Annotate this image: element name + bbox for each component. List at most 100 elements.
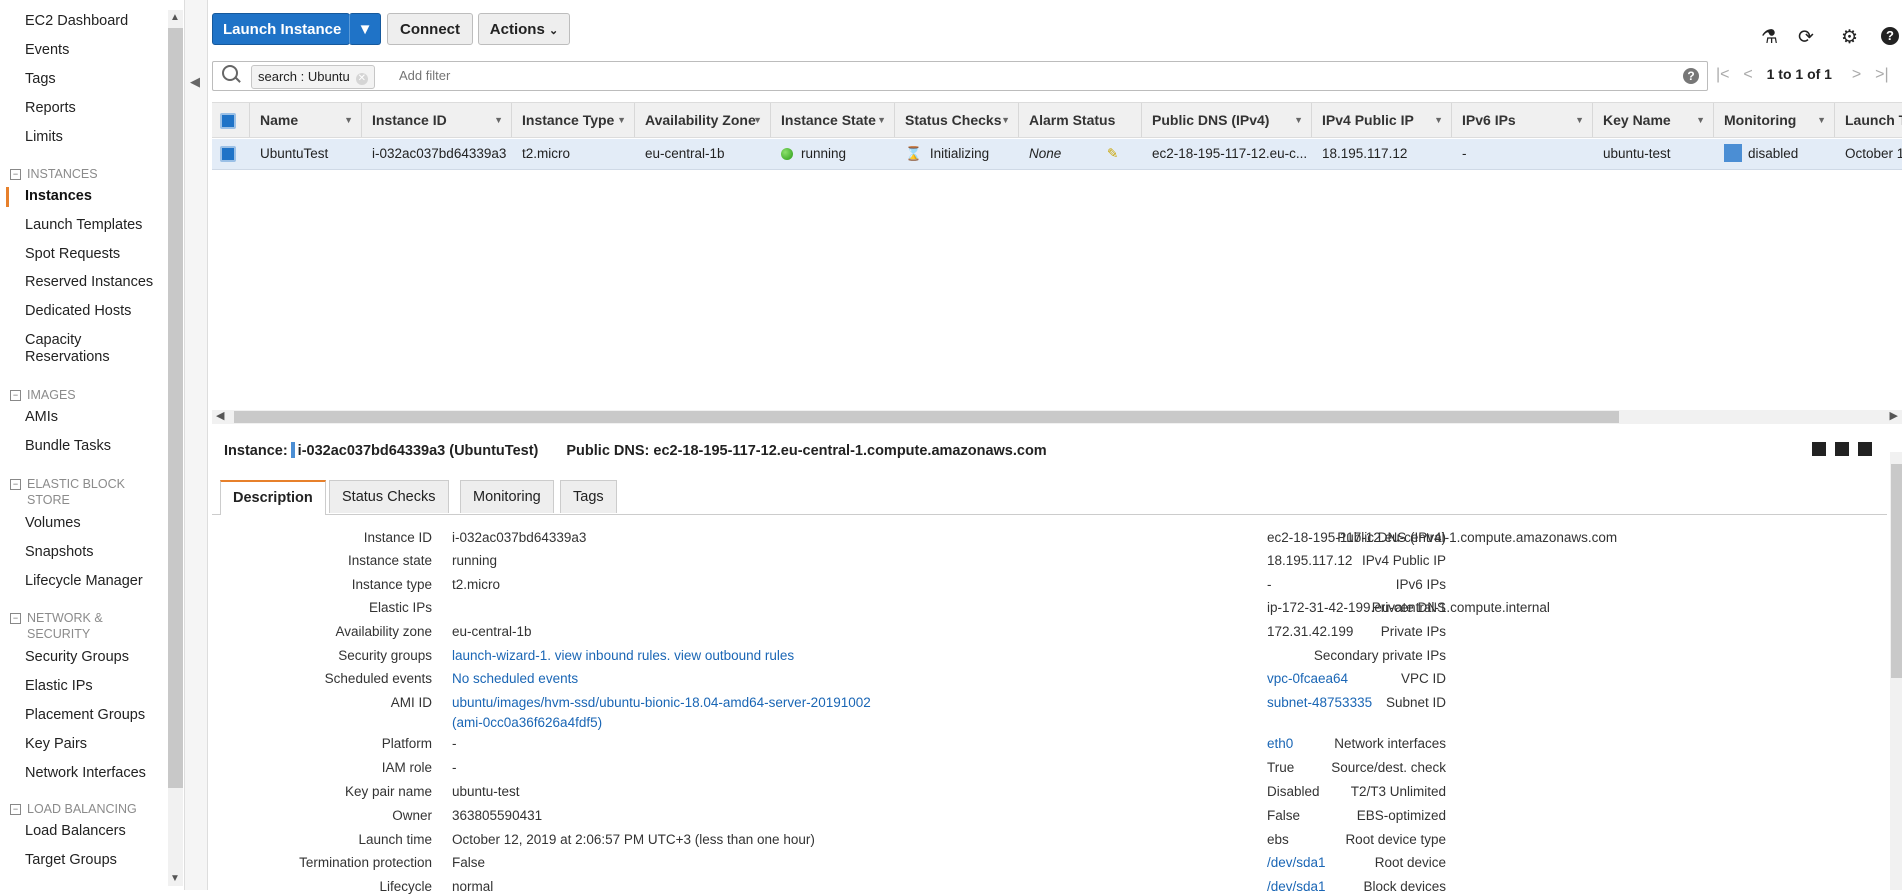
add-filter-input[interactable]: [397, 67, 1001, 84]
sidebar-item-dedicated-hosts[interactable]: Dedicated Hosts: [25, 303, 131, 319]
column-header-key-name[interactable]: Key Name ▼: [1593, 103, 1714, 137]
section-instances[interactable]: − INSTANCES: [10, 166, 160, 182]
detail-value[interactable]: ubuntu/images/hvm-ssd/ubuntu-bionic-18.0…: [452, 695, 871, 710]
column-header-name[interactable]: Name ▼: [250, 103, 362, 137]
first-page-icon[interactable]: |<: [1716, 66, 1730, 83]
connect-button[interactable]: Connect: [387, 13, 473, 45]
sidebar-item-tags[interactable]: Tags: [25, 71, 56, 87]
tab-description[interactable]: Description: [220, 480, 326, 515]
sidebar-item-target-groups[interactable]: Target Groups: [25, 852, 117, 868]
panel-layout-bottom-icon[interactable]: [1812, 442, 1826, 456]
filter-bar[interactable]: search : Ubuntu✕ ?: [212, 61, 1708, 91]
sort-icon[interactable]: ▼: [1575, 103, 1584, 137]
tab-tags[interactable]: Tags: [560, 480, 617, 513]
tab-status-checks[interactable]: Status Checks: [329, 480, 449, 513]
sidebar-item-snapshots[interactable]: Snapshots: [25, 544, 94, 560]
column-header-status-checks[interactable]: Status Checks ▼: [895, 103, 1019, 137]
detail-scroll-thumb[interactable]: [1891, 464, 1902, 678]
column-header-public-dns[interactable]: Public DNS (IPv4) ▼: [1142, 103, 1312, 137]
table-row[interactable]: UbuntuTest i-032ac037bd64339a3 t2.micro …: [212, 139, 1902, 170]
detail-value[interactable]: /dev/sda1: [1267, 855, 1326, 870]
column-header-monitoring[interactable]: Monitoring ▼: [1714, 103, 1835, 137]
sidebar-item-placement-groups[interactable]: Placement Groups: [25, 707, 145, 723]
column-header-launch-time[interactable]: Launch T: [1835, 103, 1902, 137]
collapse-sidebar-icon[interactable]: ◀: [190, 74, 200, 90]
column-header-ipv6-ips[interactable]: IPv6 IPs ▼: [1452, 103, 1593, 137]
sidebar-item-key-pairs[interactable]: Key Pairs: [25, 736, 87, 752]
next-page-icon[interactable]: >: [1852, 66, 1861, 83]
last-page-icon[interactable]: >|: [1875, 66, 1889, 83]
help-icon[interactable]: ?: [1881, 27, 1899, 45]
sort-icon[interactable]: ▼: [494, 103, 503, 137]
sidebar-item-spot-requests[interactable]: Spot Requests: [25, 246, 120, 262]
detail-value[interactable]: eth0: [1267, 736, 1293, 751]
section-network-security[interactable]: − NETWORK & SECURITY: [10, 610, 160, 642]
sidebar-scrollbar[interactable]: ▲ ▼: [168, 10, 183, 886]
sidebar-item-volumes[interactable]: Volumes: [25, 515, 81, 531]
table-horizontal-scrollbar[interactable]: ◀ ▶: [212, 410, 1902, 424]
column-header-alarm-status[interactable]: Alarm Status: [1019, 103, 1142, 137]
sort-icon[interactable]: ▼: [1817, 103, 1826, 137]
sidebar-item-reserved-instances[interactable]: Reserved Instances: [25, 274, 153, 290]
create-alarm-icon[interactable]: ✎: [1107, 139, 1118, 169]
detail-vertical-scrollbar[interactable]: [1890, 452, 1902, 890]
prev-page-icon[interactable]: <: [1743, 66, 1752, 83]
sort-icon[interactable]: ▼: [1294, 103, 1303, 137]
sidebar-item-events[interactable]: Events: [25, 42, 69, 58]
column-header-instance-type[interactable]: Instance Type ▼: [512, 103, 635, 137]
sort-icon[interactable]: ▼: [877, 103, 886, 137]
sidebar-item-elastic-ips[interactable]: Elastic IPs: [25, 678, 93, 694]
filter-token[interactable]: search : Ubuntu ✕: [251, 65, 375, 89]
detail-value[interactable]: subnet-48753335: [1267, 695, 1372, 710]
column-header-instance-id[interactable]: Instance ID ▼: [362, 103, 512, 137]
panel-layout-middle-icon[interactable]: [1835, 442, 1849, 456]
section-load-balancing[interactable]: − LOAD BALANCING: [10, 801, 160, 817]
panel-layout-full-icon[interactable]: [1858, 442, 1872, 456]
detail-value[interactable]: /dev/sda1: [1267, 879, 1326, 894]
sidebar-scroll-thumb[interactable]: [168, 28, 183, 788]
section-elastic-block-store[interactable]: − ELASTIC BLOCK STORE: [10, 476, 160, 508]
remove-filter-icon[interactable]: ✕: [355, 73, 368, 85]
sort-icon[interactable]: ▼: [753, 103, 762, 137]
column-header-instance-state[interactable]: Instance State ▼: [771, 103, 895, 137]
sidebar-item-load-balancers[interactable]: Load Balancers: [25, 823, 126, 839]
row-checkbox[interactable]: [212, 139, 250, 169]
detail-value[interactable]: vpc-0fcaea64: [1267, 671, 1348, 686]
detail-value[interactable]: (ami-0cc0a36f626a4fdf5): [452, 715, 602, 730]
sidebar-item-amis[interactable]: AMIs: [25, 409, 58, 425]
table-scroll-thumb[interactable]: [234, 411, 1619, 423]
launch-instance-button[interactable]: Launch Instance: [212, 13, 350, 45]
sidebar-item-bundle-tasks[interactable]: Bundle Tasks: [25, 438, 111, 454]
actions-button[interactable]: Actions ⌄: [478, 13, 570, 45]
sidebar-divider[interactable]: [184, 0, 208, 890]
sort-icon[interactable]: ▼: [1434, 103, 1443, 137]
sort-icon[interactable]: ▼: [1696, 103, 1705, 137]
scroll-up-icon[interactable]: ▲: [170, 12, 180, 23]
sidebar-item-lifecycle-manager[interactable]: Lifecycle Manager: [25, 573, 143, 589]
tab-monitoring[interactable]: Monitoring: [460, 480, 554, 513]
sidebar-item-ec2-dashboard[interactable]: EC2 Dashboard: [25, 13, 128, 29]
sidebar-item-security-groups[interactable]: Security Groups: [25, 649, 129, 665]
select-all-checkbox[interactable]: [212, 103, 250, 137]
gear-icon[interactable]: ⚙: [1841, 26, 1858, 49]
detail-value[interactable]: No scheduled events: [452, 671, 578, 686]
section-images[interactable]: − IMAGES: [10, 387, 160, 403]
scroll-down-icon[interactable]: ▼: [170, 873, 180, 884]
sidebar-item-reports[interactable]: Reports: [25, 100, 76, 116]
sort-icon[interactable]: ▼: [617, 103, 626, 137]
filter-help-icon[interactable]: ?: [1683, 68, 1699, 84]
sort-icon[interactable]: ▼: [344, 103, 353, 137]
scroll-right-icon[interactable]: ▶: [1890, 409, 1898, 422]
refresh-icon[interactable]: ⟳: [1798, 26, 1814, 49]
flask-icon[interactable]: ⚗: [1761, 26, 1778, 49]
column-header-ipv4-public-ip[interactable]: IPv4 Public IP ▼: [1312, 103, 1452, 137]
sidebar-item-capacity-reservations[interactable]: Capacity Reservations: [25, 332, 135, 366]
sidebar-item-network-interfaces[interactable]: Network Interfaces: [25, 765, 146, 781]
sort-icon[interactable]: ▼: [1001, 103, 1010, 137]
detail-value[interactable]: launch-wizard-1. view inbound rules. vie…: [452, 648, 794, 663]
sidebar-item-instances[interactable]: Instances: [25, 188, 92, 204]
column-header-availability-zone[interactable]: Availability Zone ▼: [635, 103, 771, 137]
sidebar-item-launch-templates[interactable]: Launch Templates: [25, 217, 142, 233]
launch-dropdown-button[interactable]: ▼: [349, 13, 381, 45]
sidebar-item-limits[interactable]: Limits: [25, 129, 63, 145]
